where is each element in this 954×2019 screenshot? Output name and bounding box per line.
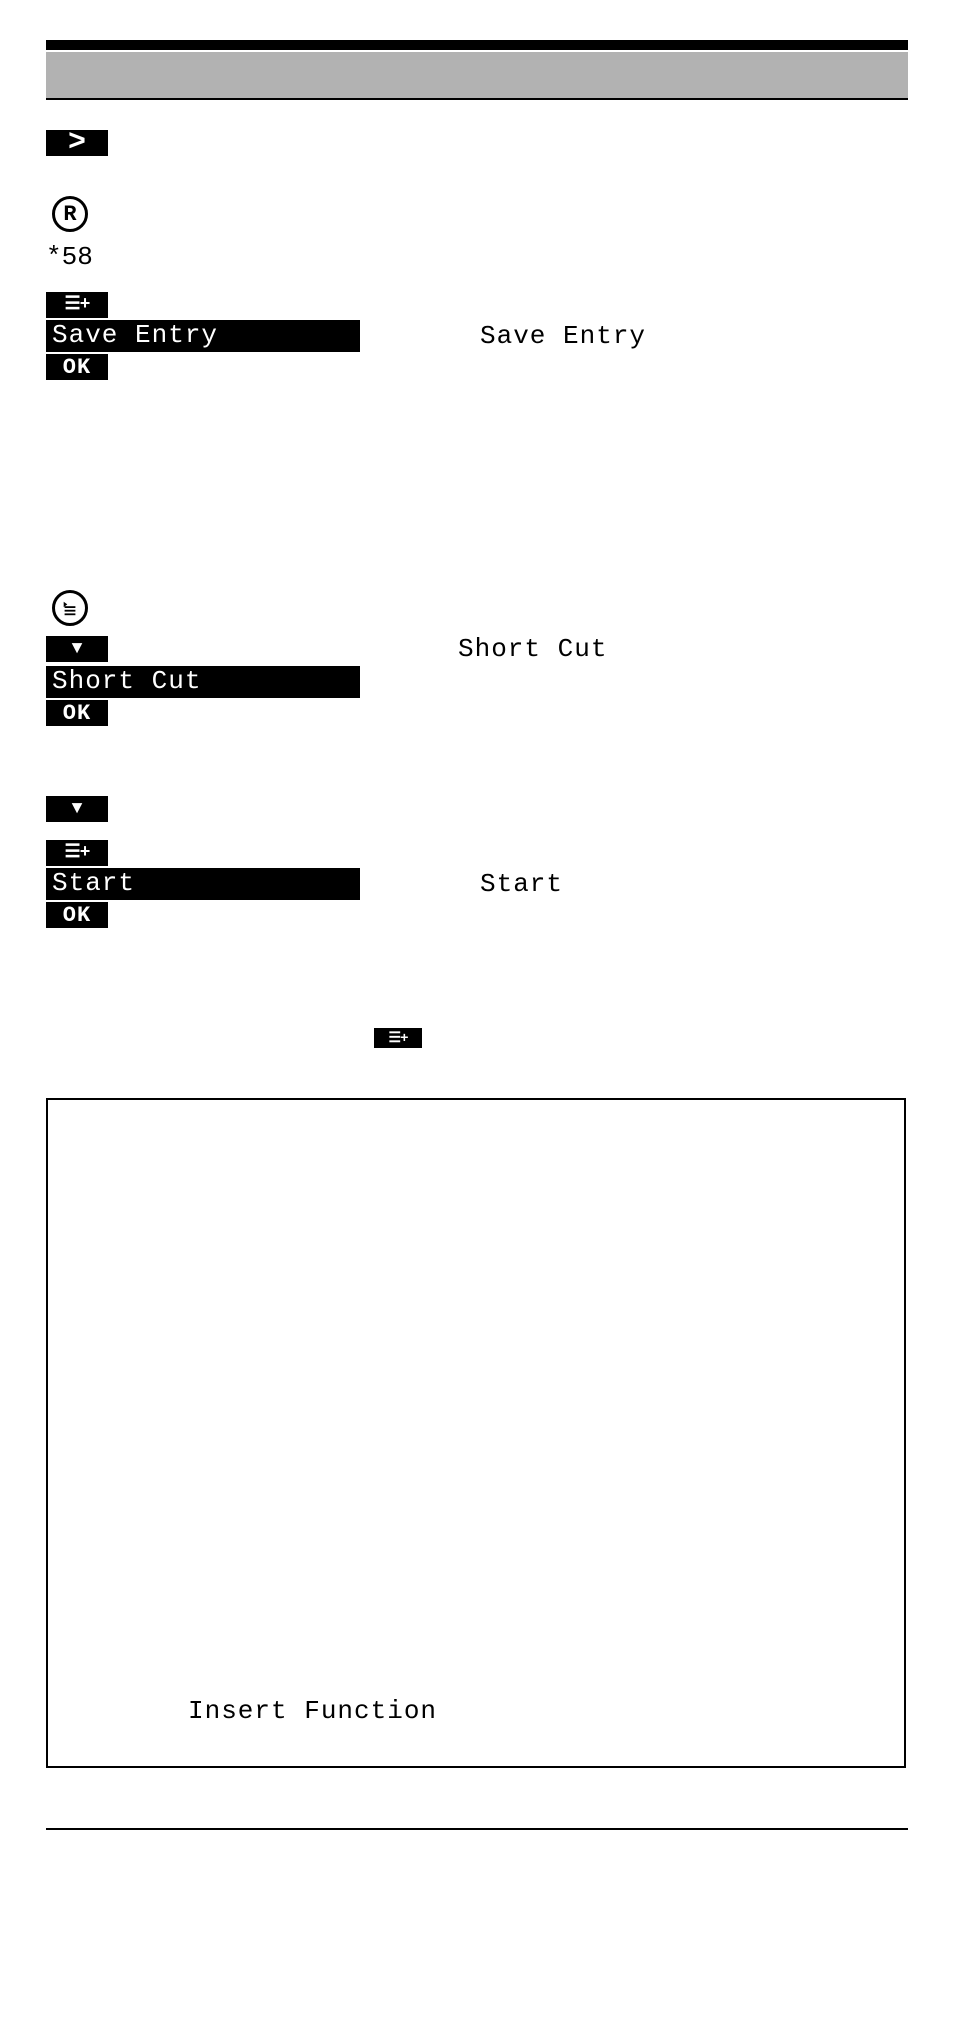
list-plus-icon: ☰+ [65,844,90,862]
grey-header-bar [46,52,908,98]
code-text: *58 [46,242,908,272]
arrow-right-button[interactable]: > [46,130,108,156]
start-label: Start [480,869,563,899]
ok-button[interactable]: OK [46,354,108,380]
start-pill[interactable]: Start [46,868,360,900]
short-cut-label: Short Cut [458,634,607,664]
short-cut-pill[interactable]: Short Cut [46,666,360,698]
insert-function-label: Insert Function [188,1696,437,1726]
list-add-button[interactable]: ☰+ [46,292,108,318]
down-button[interactable]: ▼ [46,636,108,662]
ok-button[interactable]: OK [46,700,108,726]
save-entry-label: Save Entry [480,321,646,351]
down-button[interactable]: ▼ [46,796,108,822]
rule-thick [46,40,908,50]
save-entry-pill[interactable]: Save Entry [46,320,360,352]
insert-function-frame: Insert Function [46,1098,906,1768]
ok-button[interactable]: OK [46,902,108,928]
list-plus-icon-small: ☰+ [374,1028,422,1048]
list-add-button[interactable]: ☰+ [46,840,108,866]
rule-thin [46,1828,908,1830]
menu-icon [52,590,88,626]
redial-icon: R [52,196,88,232]
list-plus-icon: ☰+ [65,296,90,314]
